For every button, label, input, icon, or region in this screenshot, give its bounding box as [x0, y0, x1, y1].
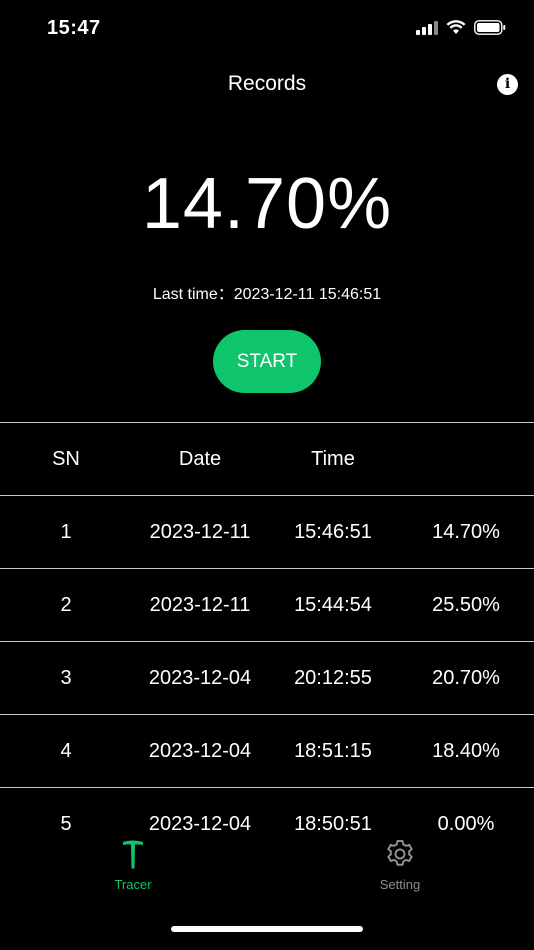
header-value	[410, 423, 522, 495]
records-table: SN Date Time 1 2023-12-11 15:46:51 14.70…	[0, 422, 534, 860]
row-time: 15:44:54	[294, 594, 372, 616]
row-value: 20.70%	[432, 667, 500, 689]
wifi-icon	[446, 20, 466, 34]
last-time-label: Last time：2023-12-11 15:46:51	[152, 286, 382, 303]
row-sn: 1	[60, 521, 72, 543]
status-bar: 15:47	[0, 0, 534, 58]
row-date: 2023-12-11	[149, 594, 251, 616]
header-sn: SN	[52, 448, 80, 470]
header-date: Date	[178, 448, 222, 470]
gear-icon	[387, 840, 413, 866]
row-time: 18:51:15	[294, 740, 372, 762]
table-row[interactable]: 1 2023-12-11 15:46:51 14.70%	[0, 495, 534, 568]
row-date: 2023-12-04	[148, 667, 252, 689]
table-header-row: SN Date Time	[0, 422, 534, 495]
table-row[interactable]: 3 2023-12-04 20:12:55 20.70%	[0, 641, 534, 714]
row-time: 20:12:55	[294, 667, 372, 689]
table-row[interactable]: 2 2023-12-11 15:44:54 25.50%	[0, 568, 534, 641]
page-title: Records	[227, 72, 307, 95]
tab-tracer-label: Tracer	[114, 877, 152, 892]
start-button[interactable]: START	[213, 330, 321, 393]
row-time: 15:46:51	[294, 521, 372, 543]
row-sn: 4	[60, 740, 72, 762]
battery-icon	[474, 20, 506, 35]
tab-bar: Tracer Setting	[0, 838, 534, 908]
row-value: 25.50%	[432, 594, 500, 616]
row-value: 14.70%	[432, 521, 500, 543]
home-indicator[interactable]	[171, 926, 363, 932]
row-date: 2023-12-04	[148, 740, 252, 762]
cellular-signal-icon	[416, 20, 438, 35]
table-row[interactable]: 4 2023-12-04 18:51:15 18.40%	[0, 714, 534, 787]
tab-tracer[interactable]: Tracer	[78, 838, 188, 892]
status-icons	[416, 20, 506, 35]
tab-setting-label: Setting	[379, 877, 421, 892]
row-sn: 2	[60, 594, 72, 616]
info-icon[interactable]: i	[497, 74, 518, 95]
status-time: 15:47	[47, 17, 101, 39]
row-sn: 3	[60, 667, 72, 689]
tracer-t-icon	[123, 840, 143, 869]
row-date: 2023-12-11	[149, 521, 251, 543]
current-percentage: 14.70%	[141, 164, 393, 244]
tab-setting[interactable]: Setting	[345, 838, 455, 892]
header-time: Time	[311, 448, 355, 470]
row-value: 18.40%	[432, 740, 500, 762]
